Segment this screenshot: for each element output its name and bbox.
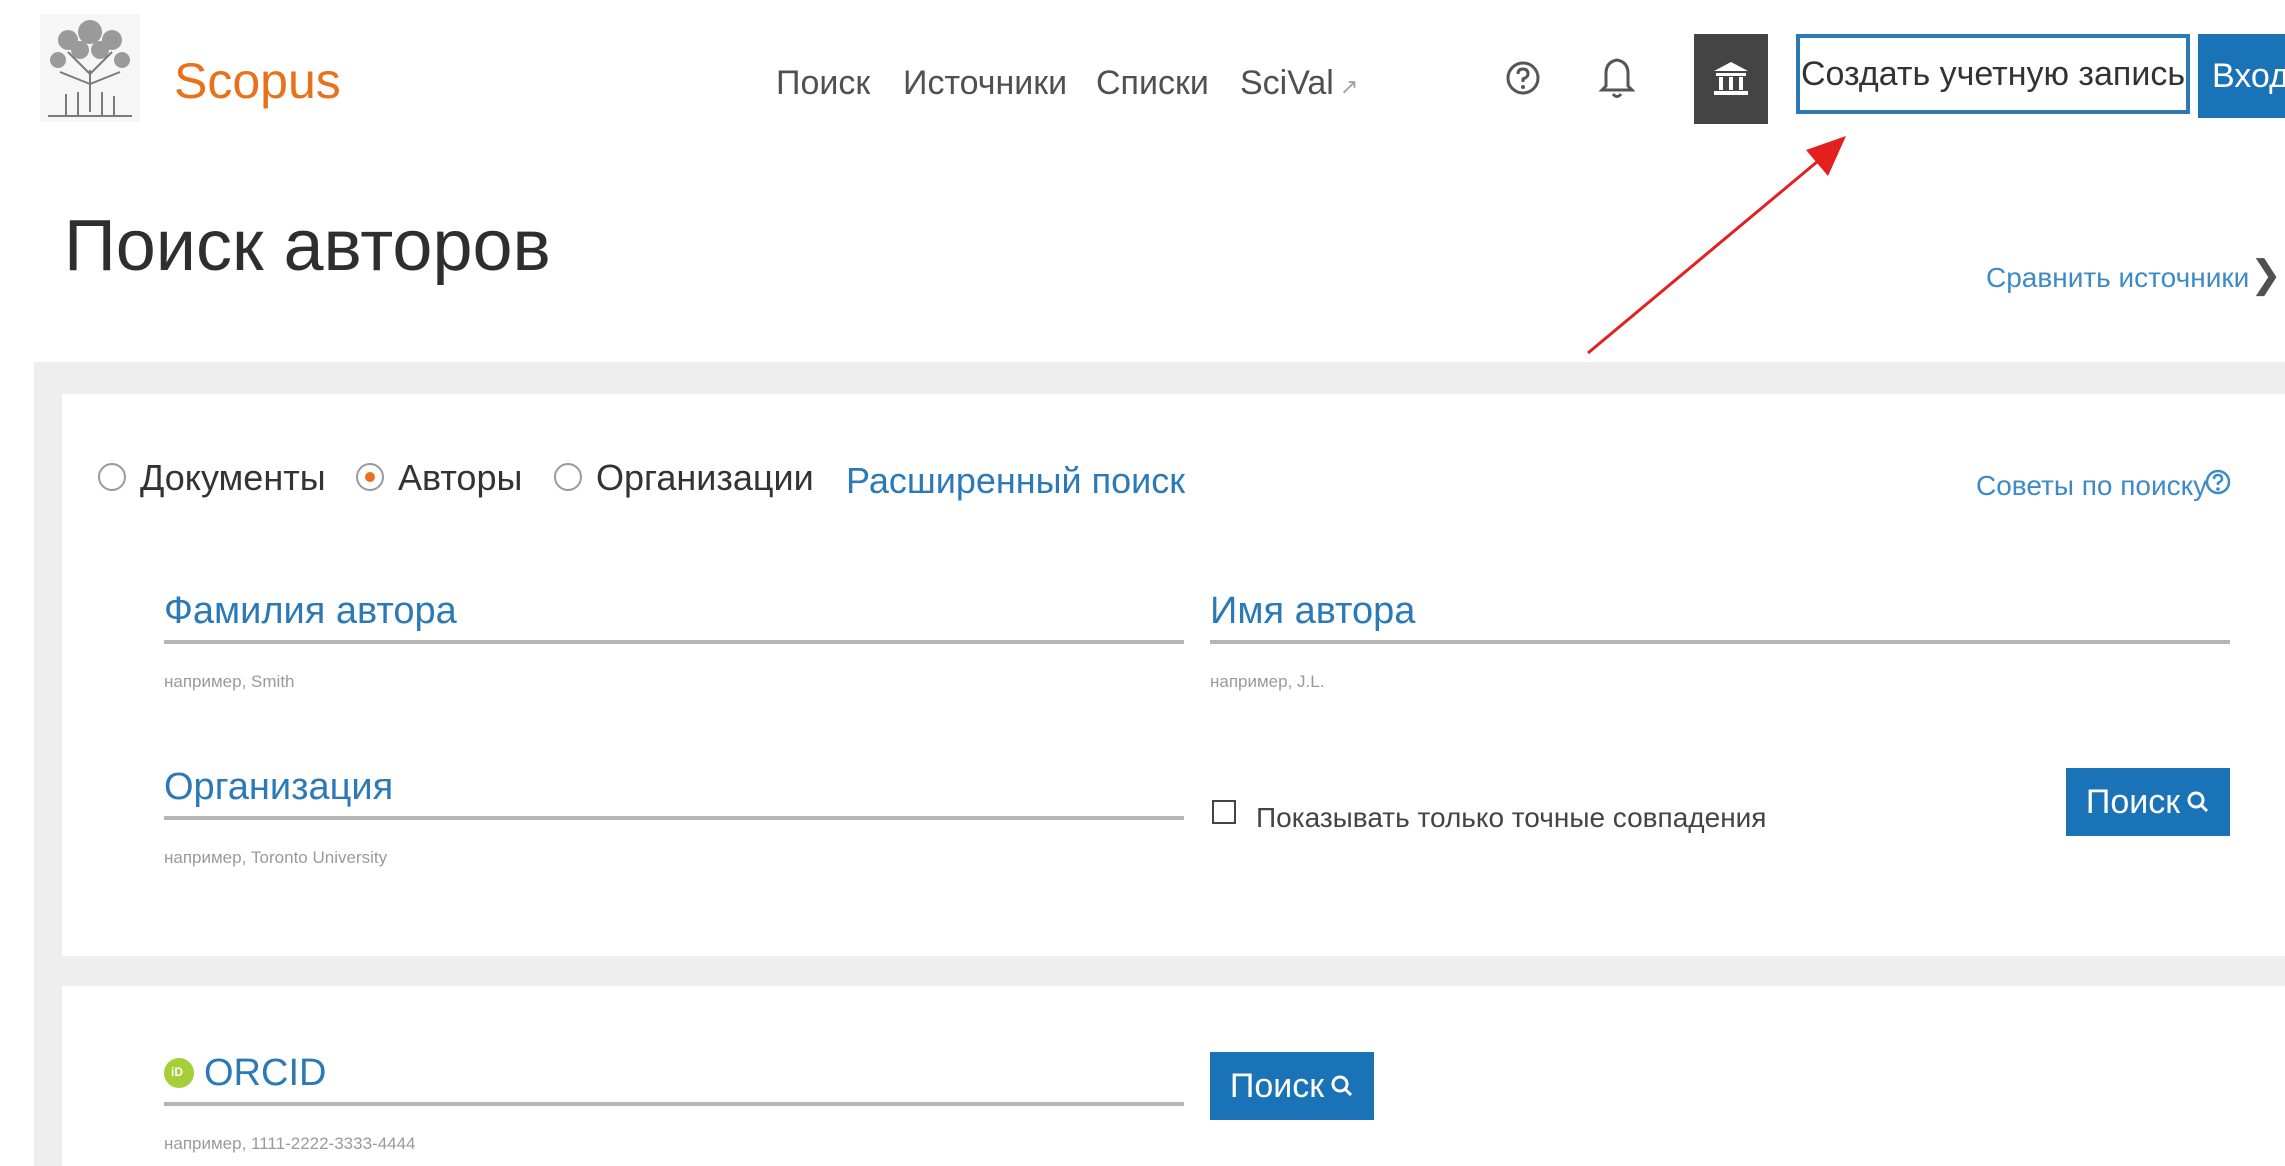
nav-sources[interactable]: Источники bbox=[903, 66, 1067, 100]
external-link-icon: ↗ bbox=[1339, 74, 1359, 99]
help-icon[interactable] bbox=[1505, 60, 1541, 96]
radio-authors[interactable] bbox=[356, 463, 384, 491]
first-name-underline bbox=[1210, 640, 2230, 644]
radio-authors-label[interactable]: Авторы bbox=[398, 460, 522, 496]
page-title: Поиск авторов bbox=[64, 206, 551, 286]
nav-lists[interactable]: Списки bbox=[1096, 66, 1209, 100]
chevron-right-icon[interactable]: ❯ bbox=[2250, 252, 2282, 297]
orcid-search-button[interactable]: Поиск bbox=[1210, 1052, 1374, 1120]
institution-button[interactable] bbox=[1694, 34, 1768, 124]
orcid-search-button-label: Поиск bbox=[1229, 1066, 1325, 1105]
orcid-input[interactable] bbox=[204, 1050, 1188, 1100]
last-name-input[interactable] bbox=[164, 590, 1188, 640]
exact-match-checkbox[interactable] bbox=[1212, 800, 1236, 824]
sign-in-button[interactable]: Вход bbox=[2198, 34, 2285, 118]
search-tips-link[interactable]: Советы по поиску bbox=[1976, 470, 2207, 502]
search-icon bbox=[2187, 791, 2209, 813]
institution-icon bbox=[1714, 62, 1748, 95]
author-search-button[interactable]: Поиск bbox=[2066, 768, 2230, 836]
scopus-brand[interactable]: Scopus bbox=[174, 56, 341, 106]
affiliation-hint: например, Toronto University bbox=[164, 848, 388, 867]
affiliation-underline bbox=[164, 816, 1184, 820]
radio-documents[interactable] bbox=[98, 463, 126, 491]
create-account-button[interactable]: Создать учетную запись bbox=[1796, 34, 2190, 114]
orcid-icon bbox=[164, 1058, 194, 1088]
affiliation-input[interactable] bbox=[164, 766, 1188, 816]
exact-match-label[interactable]: Показывать только точные совпадения bbox=[1256, 802, 1766, 834]
radio-organizations-label[interactable]: Организации bbox=[596, 460, 814, 496]
orcid-underline bbox=[164, 1102, 1184, 1106]
elsevier-logo[interactable] bbox=[38, 12, 142, 124]
bell-icon[interactable] bbox=[1598, 56, 1636, 100]
nav-scival-label: SciVal bbox=[1240, 64, 1334, 102]
orcid-hint: например, 1111-2222-3333-4444 bbox=[164, 1134, 416, 1153]
search-icon bbox=[1331, 1075, 1353, 1097]
help-circle-icon[interactable] bbox=[2204, 468, 2232, 496]
annotation-arrow bbox=[1587, 136, 1846, 355]
first-name-input[interactable] bbox=[1210, 590, 2234, 640]
radio-organizations[interactable] bbox=[554, 463, 582, 491]
nav-search[interactable]: Поиск bbox=[776, 66, 870, 100]
nav-scival[interactable]: SciVal ↗ bbox=[1240, 66, 1358, 100]
last-name-hint: например, Smith bbox=[164, 672, 295, 691]
first-name-hint: например, J.L. bbox=[1210, 672, 1325, 691]
radio-documents-label[interactable]: Документы bbox=[140, 460, 326, 496]
compare-sources-link[interactable]: Сравнить источники bbox=[1986, 262, 2249, 294]
advanced-search-link[interactable]: Расширенный поиск bbox=[846, 460, 1185, 502]
author-search-button-label: Поиск bbox=[2085, 782, 2181, 821]
last-name-underline bbox=[164, 640, 1184, 644]
